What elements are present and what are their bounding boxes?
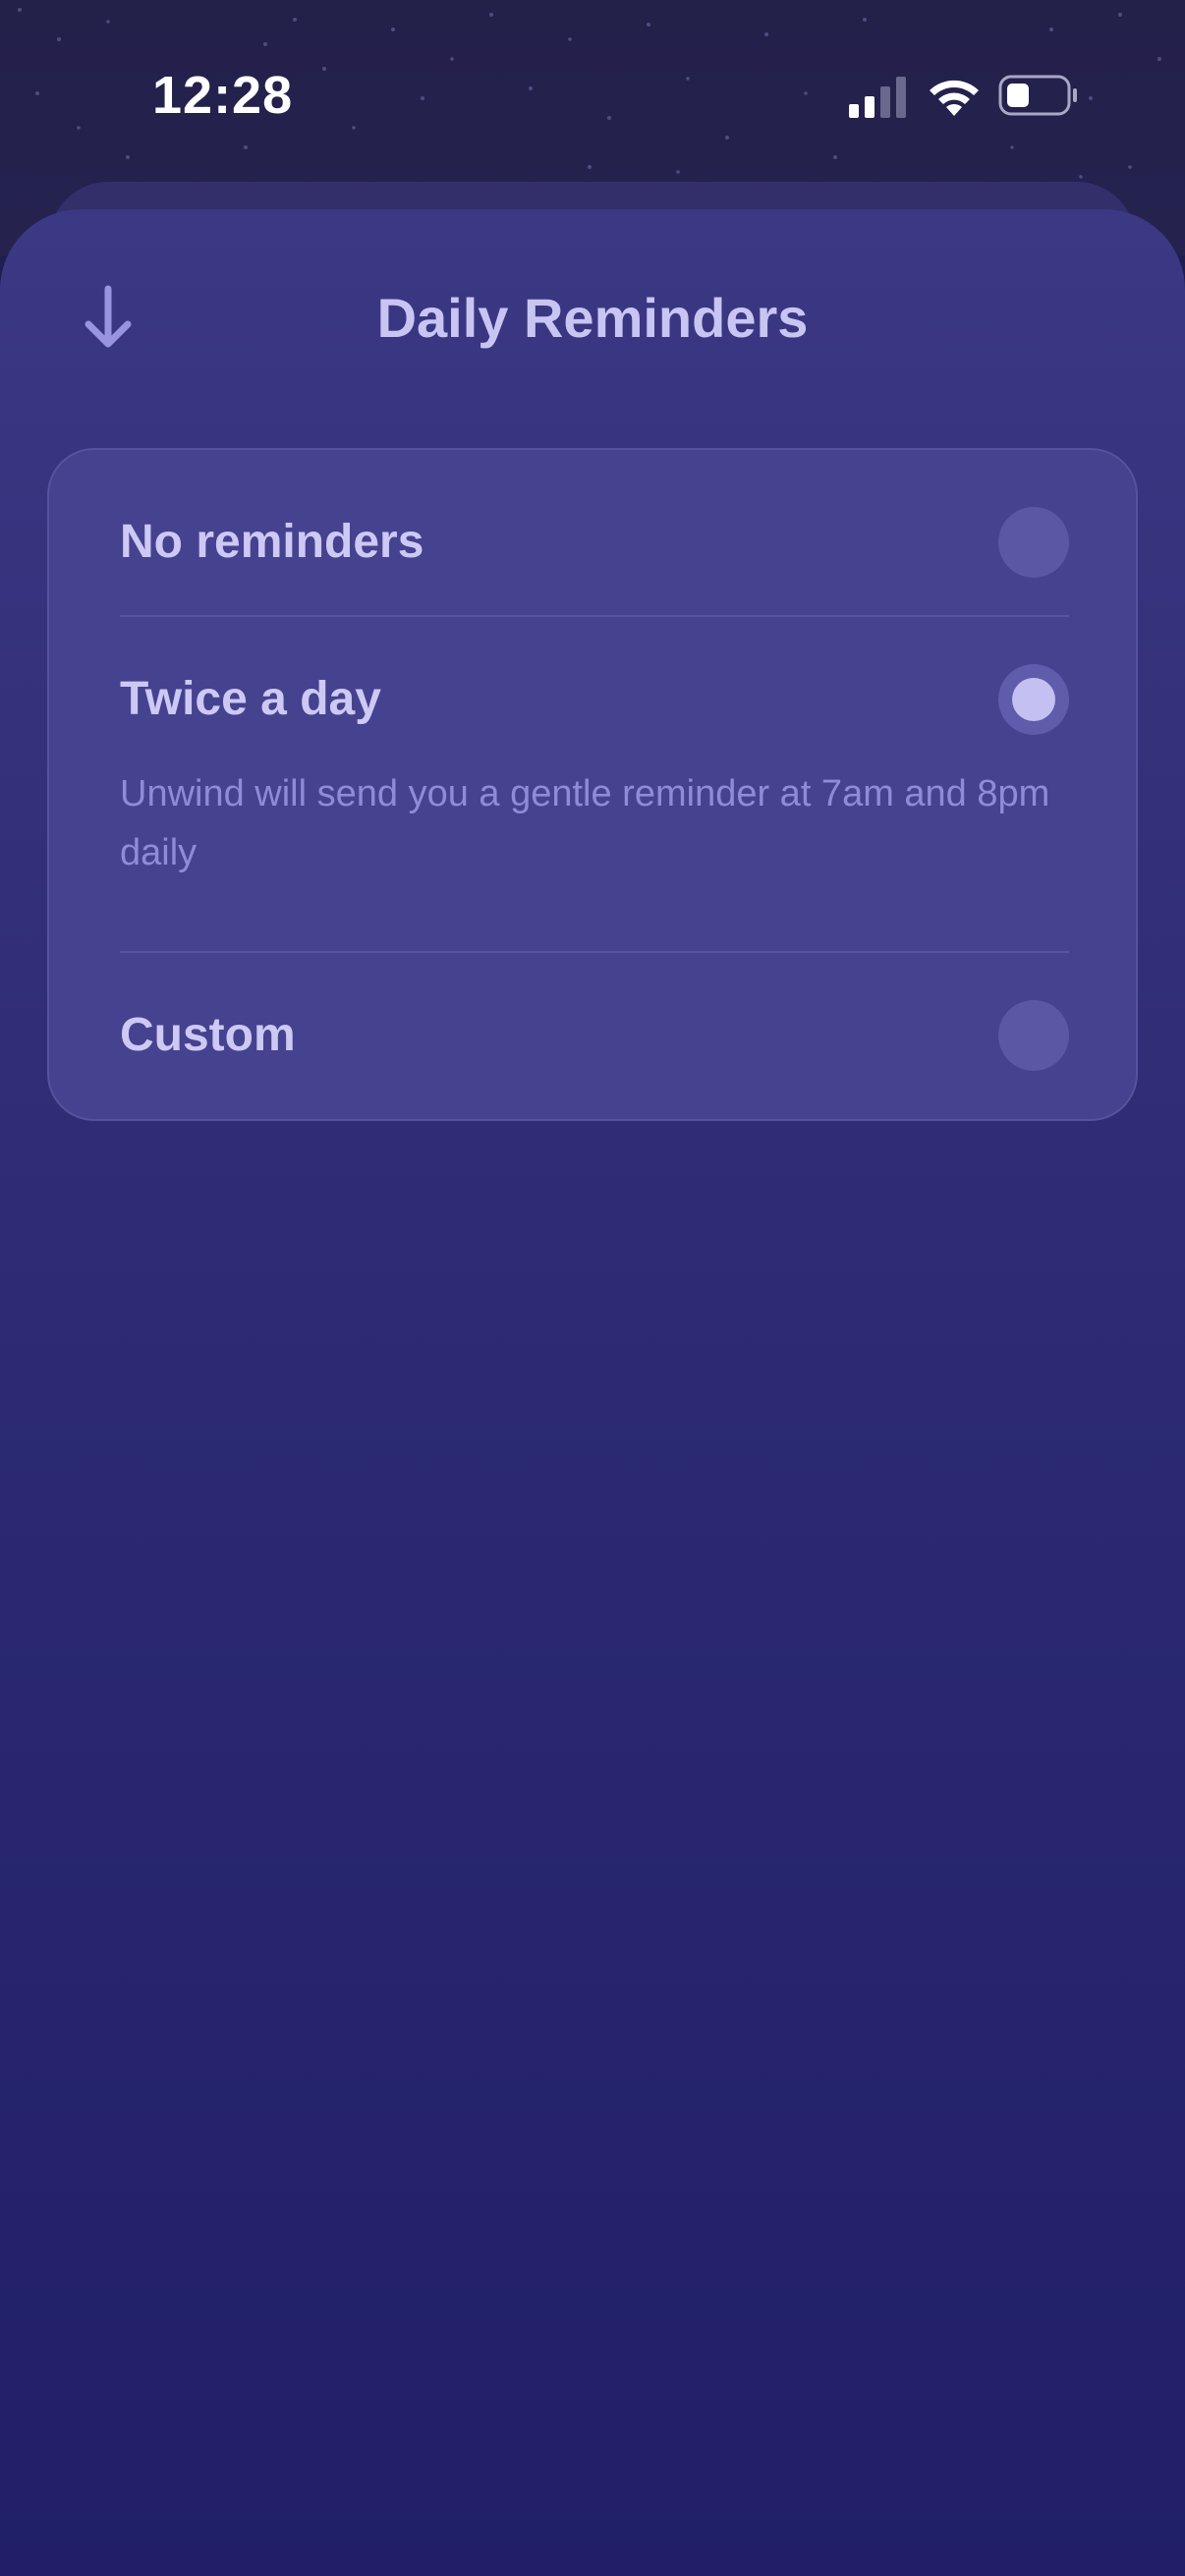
divider xyxy=(120,951,1069,953)
option-twice-a-day[interactable]: Twice a day Unwind will send you a gentl… xyxy=(120,656,1069,892)
option-no-reminders[interactable]: No reminders xyxy=(120,499,1069,588)
status-time: 12:28 xyxy=(152,66,294,125)
page-title: Daily Reminders xyxy=(376,287,809,349)
signal-icon xyxy=(849,77,906,118)
screen: 12:28 Daily Reminders No reminders Twice… xyxy=(0,0,1185,2576)
option-label: Custom xyxy=(120,1009,296,1061)
option-description: Unwind will send you a gentle reminder a… xyxy=(120,773,1050,873)
option-label: Twice a day xyxy=(120,673,381,725)
divider xyxy=(120,615,1069,617)
reminders-sheet: Daily Reminders No reminders Twice a day… xyxy=(0,209,1185,2576)
reminder-options-card: No reminders Twice a day Unwind will sen… xyxy=(47,448,1138,1121)
radio-no-reminders[interactable] xyxy=(998,507,1069,578)
option-custom[interactable]: Custom xyxy=(120,992,1069,1081)
wifi-icon xyxy=(930,80,979,116)
status-bar: 12:28 xyxy=(0,0,1185,187)
battery-icon xyxy=(998,75,1077,116)
radio-custom[interactable] xyxy=(998,1000,1069,1071)
sheet-header: Daily Reminders xyxy=(0,209,1185,435)
radio-selected-dot xyxy=(1012,678,1055,721)
radio-twice-a-day[interactable] xyxy=(998,664,1069,735)
option-label: No reminders xyxy=(120,516,424,568)
